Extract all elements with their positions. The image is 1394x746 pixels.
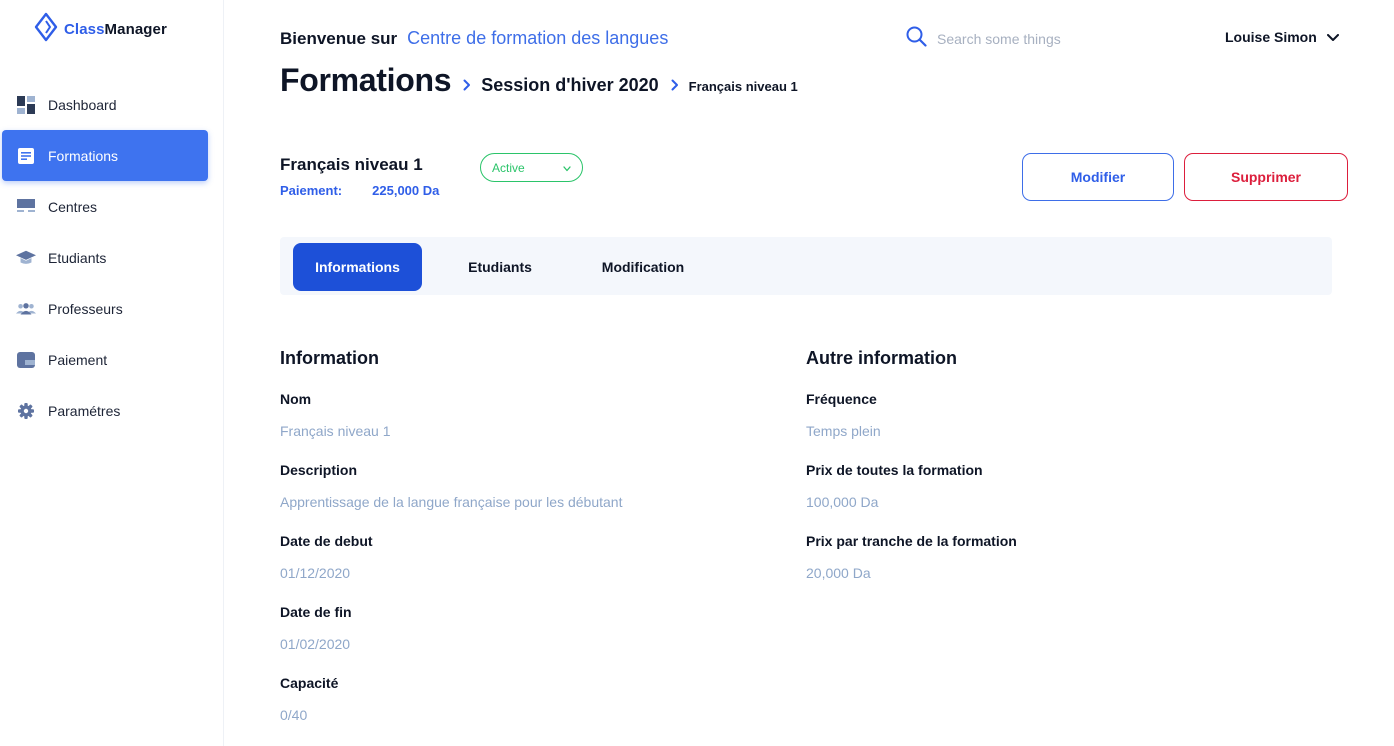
sidebar: ClassManager Dashboard Formations Centre…	[0, 0, 224, 746]
course-title: Français niveau 1	[280, 155, 423, 174]
user-menu[interactable]: Louise Simon	[1225, 29, 1339, 45]
tab-modification[interactable]: Modification	[580, 243, 706, 291]
user-name: Louise Simon	[1225, 29, 1317, 45]
tab-etudiants[interactable]: Etudiants	[450, 243, 550, 291]
sidebar-item-label: Professeurs	[48, 300, 123, 317]
field-value-prix-tranche: 20,000 Da	[806, 565, 871, 581]
field-label-date-debut: Date de debut	[280, 533, 373, 549]
field-label-description: Description	[280, 462, 358, 478]
field-label-frequence: Fréquence	[806, 391, 877, 407]
status-value: Active	[492, 160, 525, 175]
breadcrumb-course: Français niveau 1	[688, 79, 798, 94]
sidebar-item-etudiants[interactable]: Etudiants	[2, 232, 208, 283]
graduation-cap-icon	[16, 248, 36, 268]
tab-informations[interactable]: Informations	[293, 243, 422, 291]
field-label-date-fin: Date de fin	[280, 604, 352, 620]
gear-icon	[16, 401, 36, 421]
field-label-nom: Nom	[280, 391, 312, 407]
welcome-line: Bienvenue sur Centre de formation des la…	[280, 28, 668, 49]
status-dropdown[interactable]: Active	[480, 153, 583, 182]
payment-value: 225,000 Da	[372, 183, 440, 198]
sidebar-item-label: Formations	[48, 147, 119, 164]
modifier-button[interactable]: Modifier	[1022, 153, 1174, 201]
field-value-description: Apprentissage de la langue française pou…	[280, 494, 623, 510]
field-value-date-fin: 01/02/2020	[280, 636, 351, 652]
breadcrumb: Formations Session d'hiver 2020 Français…	[280, 62, 798, 99]
sidebar-item-centres[interactable]: Centres	[2, 181, 208, 232]
search-icon[interactable]	[906, 26, 927, 52]
field-value-prix-total: 100,000 Da	[806, 494, 879, 510]
sidebar-item-label: Centres	[48, 198, 98, 215]
info-section-title: Information	[280, 348, 379, 368]
field-label-capacite: Capacité	[280, 675, 339, 691]
supprimer-button[interactable]: Supprimer	[1184, 153, 1348, 201]
sidebar-item-label: Paramétres	[48, 402, 121, 419]
payment-label: Paiement:	[280, 183, 343, 198]
chevron-down-icon	[1317, 29, 1339, 45]
app-logo[interactable]: ClassManager	[34, 12, 167, 47]
tab-bar: Informations Etudiants Modification	[280, 237, 1332, 295]
sidebar-item-parametres[interactable]: Paramétres	[2, 385, 208, 436]
payment-row: Paiement: 225,000 Da	[280, 183, 439, 198]
field-label-prix-total: Prix de toutes la formation	[806, 462, 983, 478]
breadcrumb-formations[interactable]: Formations	[280, 62, 452, 99]
search-bar	[906, 26, 1097, 52]
welcome-prefix: Bienvenue sur	[280, 29, 398, 48]
search-input[interactable]	[937, 31, 1097, 47]
chevron-down-icon	[563, 159, 571, 177]
chevron-right-icon	[671, 78, 679, 96]
field-value-capacite: 0/40	[280, 707, 308, 723]
field-value-date-debut: 01/12/2020	[280, 565, 351, 581]
dashboard-icon	[16, 95, 36, 115]
welcome-place-link[interactable]: Centre de formation des langues	[407, 28, 668, 49]
app-name: ClassManager	[64, 21, 167, 38]
sidebar-item-formations[interactable]: Formations	[2, 130, 208, 181]
field-value-frequence: Temps plein	[806, 423, 881, 439]
logo-diamond-icon	[34, 12, 58, 47]
other-section-title: Autre information	[806, 348, 957, 368]
document-icon	[16, 146, 36, 166]
breadcrumb-session[interactable]: Session d'hiver 2020	[481, 75, 658, 96]
sidebar-item-paiement[interactable]: Paiement	[2, 334, 208, 385]
field-value-nom: Français niveau 1	[280, 423, 391, 439]
sidebar-item-label: Paiement	[48, 351, 108, 368]
sidebar-item-dashboard[interactable]: Dashboard	[2, 79, 208, 130]
wallet-icon	[16, 350, 36, 370]
group-icon	[16, 299, 36, 319]
sidebar-item-label: Etudiants	[48, 249, 107, 266]
sidebar-item-label: Dashboard	[48, 96, 117, 113]
chevron-right-icon	[463, 78, 471, 96]
field-label-prix-tranche: Prix par tranche de la formation	[806, 533, 1017, 549]
sidebar-item-professeurs[interactable]: Professeurs	[2, 283, 208, 334]
building-icon	[16, 197, 36, 217]
